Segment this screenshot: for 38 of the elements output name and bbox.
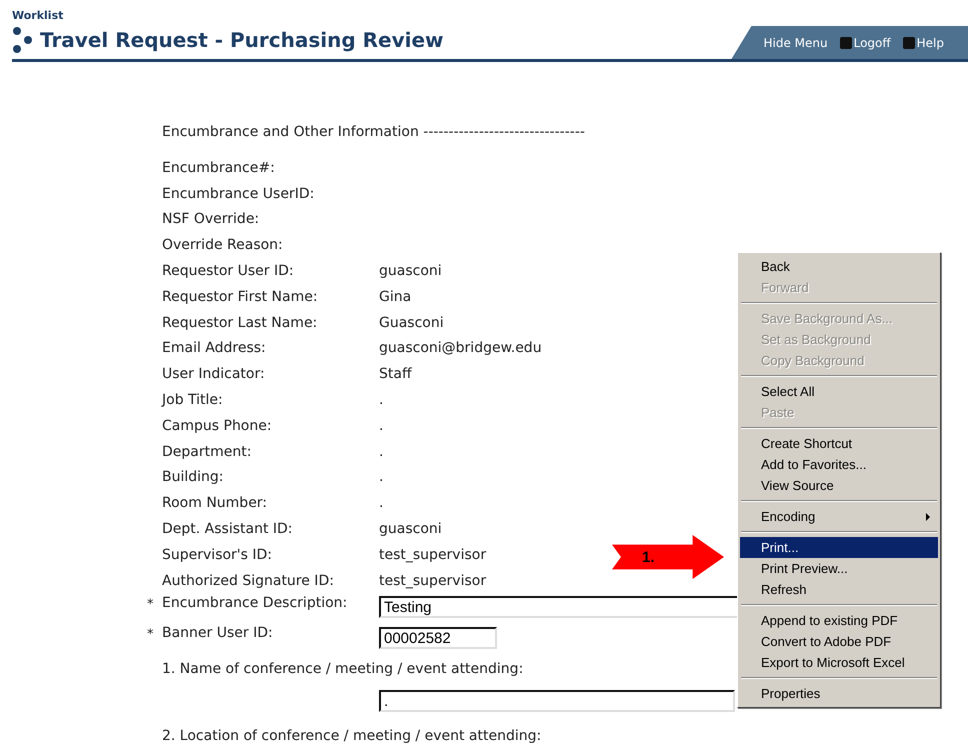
field-label: Email Address:	[162, 340, 267, 356]
field-value: .	[379, 418, 384, 434]
field-label: Department:	[162, 444, 252, 460]
field-value: .	[379, 469, 384, 486]
field-label: Room Number:	[162, 495, 268, 512]
field-value: test_supervisor	[379, 546, 486, 563]
field-label: Banner User ID:	[162, 625, 274, 642]
field-label: Encumbrance UserID:	[162, 186, 316, 202]
field-label: Requestor First Name:	[162, 288, 319, 305]
field-label: Dept. Assistant ID:	[162, 521, 294, 538]
field-label: Job Title:	[162, 392, 224, 408]
field-label: Authorized Signature ID:	[162, 572, 335, 589]
field-value: .	[379, 392, 384, 408]
field-label: Supervisor's ID:	[162, 546, 274, 563]
required-mark: *	[147, 596, 154, 612]
field-value: guasconi	[379, 263, 442, 280]
field-value: guasconi	[379, 521, 442, 538]
field-value: test_supervisor	[379, 572, 486, 589]
field-value: .	[379, 495, 384, 512]
field-label: Encumbrance Description:	[162, 594, 348, 611]
field-label: NSF Override:	[162, 211, 260, 228]
field-label: Campus Phone:	[162, 418, 273, 434]
question-label: 1. Name of conference / meeting / event attending:	[162, 660, 524, 679]
field-value: Staff	[379, 366, 412, 382]
field-label: Override Reason:	[162, 237, 284, 254]
question-label: 2. Location of conference / meeting / event attending:	[162, 726, 542, 746]
field-value: guasconi@bridgew.edu	[379, 340, 542, 356]
field-value: Guasconi	[379, 314, 444, 331]
field-label: Requestor Last Name:	[162, 314, 318, 331]
field-value: .	[379, 444, 384, 460]
section-heading: Encumbrance and Other Information --------------------------------	[161, 124, 586, 142]
field-label: Encumbrance#:	[162, 160, 276, 176]
field-label: Building:	[162, 469, 225, 486]
required-mark: *	[147, 626, 154, 642]
field-label: User Indicator:	[162, 366, 266, 382]
field-value: Gina	[379, 288, 412, 305]
field-label: Requestor User ID:	[162, 263, 295, 280]
page-title: Travel Request - Purchasing Review	[40, 28, 444, 52]
